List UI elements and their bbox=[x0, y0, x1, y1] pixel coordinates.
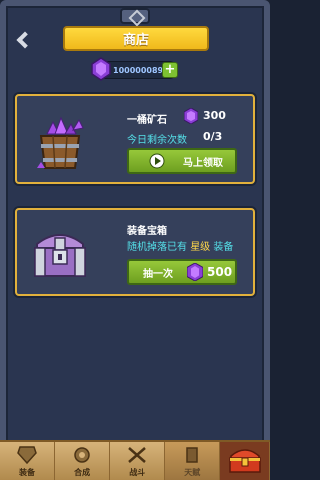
claim-button[interactable]: 马上领取 bbox=[127, 148, 237, 174]
desc-suffix: 装备 bbox=[213, 242, 234, 253]
tab-merge-label: 合成 bbox=[74, 468, 91, 477]
tab-merge[interactable]: 合成 bbox=[55, 442, 111, 480]
tab-talent-label: 天赋 bbox=[184, 468, 201, 477]
draw-once-button[interactable]: 抽一次 500 bbox=[127, 259, 237, 285]
tab-equipment[interactable]: 装备 bbox=[0, 442, 56, 480]
remaining-count: 0/3 bbox=[203, 130, 223, 143]
tab-talent[interactable]: 天赋 bbox=[165, 442, 221, 480]
offer-card-chest: 装备宝箱 随机掉落已有 星级 装备 抽一次 500 bbox=[15, 208, 255, 296]
bottom-navigation: 装备 合成 战斗 天赋 bbox=[0, 440, 270, 480]
purple-gem-icon bbox=[91, 57, 111, 81]
purple-gem-icon bbox=[187, 263, 203, 281]
equipment-icon bbox=[17, 446, 37, 465]
add-gems-button[interactable]: + bbox=[162, 62, 178, 78]
offer-card-ore: 一桶矿石 300 今日剩余次数 0/3 马上领取 bbox=[15, 94, 255, 184]
equipment-chest-icon bbox=[34, 234, 86, 277]
offer-title: 一桶矿石 bbox=[127, 115, 167, 126]
remaining-label: 今日剩余次数 bbox=[127, 135, 187, 146]
draw-button-price: 500 bbox=[207, 265, 233, 279]
desc-highlight: 星级 bbox=[190, 242, 211, 253]
tab-battle[interactable]: 战斗 bbox=[110, 442, 166, 480]
frame-ornament bbox=[120, 8, 150, 24]
talent-icon bbox=[186, 447, 199, 463]
offer-title: 装备宝箱 bbox=[127, 226, 167, 237]
chevron-left-icon bbox=[16, 31, 34, 49]
tab-equipment-label: 装备 bbox=[19, 468, 36, 477]
draw-button-label: 抽一次 bbox=[143, 268, 173, 280]
back-button[interactable] bbox=[10, 28, 34, 52]
shop-chest-icon bbox=[228, 449, 261, 473]
tab-shop[interactable] bbox=[220, 442, 270, 480]
gem-count: 1000000899 bbox=[113, 65, 169, 75]
play-icon bbox=[149, 153, 165, 169]
ore-bucket-icon bbox=[37, 116, 84, 169]
offer-price: 300 bbox=[203, 109, 226, 122]
battle-icon bbox=[128, 447, 147, 463]
tab-battle-label: 战斗 bbox=[129, 468, 146, 477]
offer-description: 随机掉落已有 星级 装备 bbox=[127, 238, 233, 253]
claim-button-label: 马上领取 bbox=[183, 157, 223, 169]
desc-prefix: 随机掉落已有 bbox=[127, 242, 187, 253]
page-title: 商店 bbox=[63, 26, 209, 51]
merge-icon bbox=[74, 447, 90, 463]
purple-gem-icon bbox=[184, 108, 198, 124]
